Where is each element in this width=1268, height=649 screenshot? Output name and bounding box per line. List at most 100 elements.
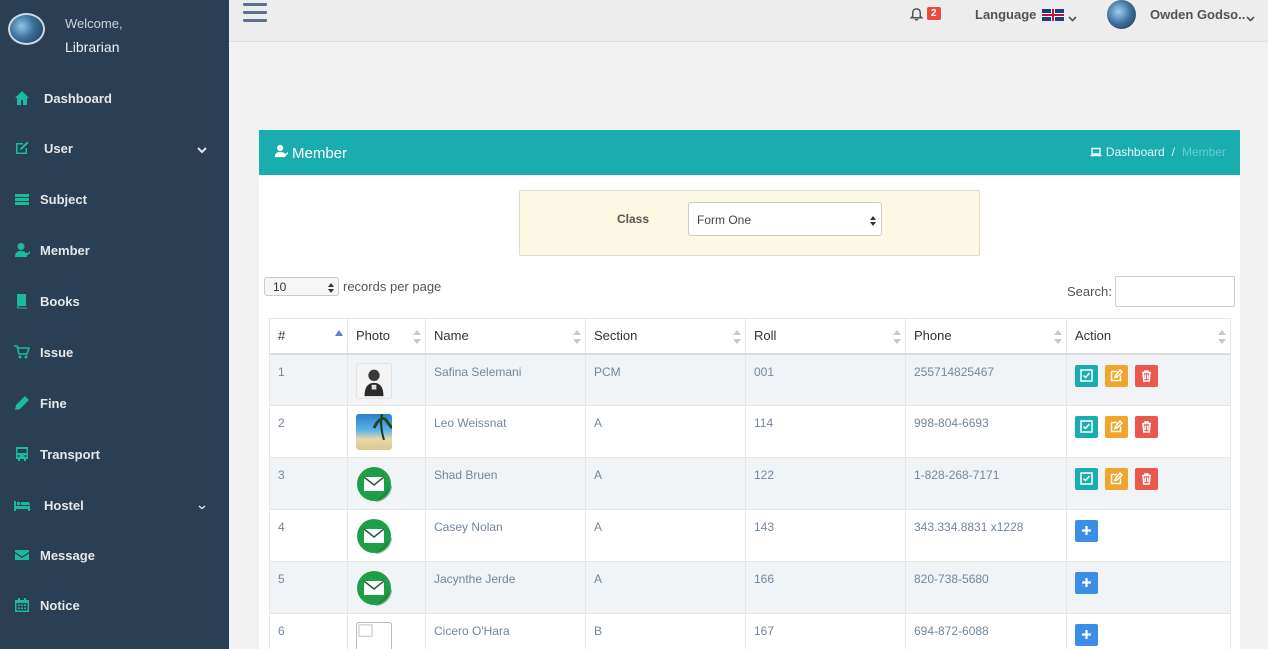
sidebar-item-label: Dashboard	[44, 90, 112, 106]
cell-actions	[1066, 405, 1231, 458]
table-row: 1 Safina Selemani PCM 001 255714825467	[269, 353, 1231, 406]
database-icon	[13, 190, 31, 208]
select-arrows-icon	[328, 282, 334, 293]
sidebar-profile: Welcome, Librarian	[0, 0, 229, 72]
add-button[interactable]	[1075, 572, 1098, 594]
edit-icon	[1110, 420, 1123, 433]
table-row: 6 Cicero O'Hara B 167 694-872-6088	[269, 613, 1231, 649]
edit-button[interactable]	[1105, 416, 1128, 438]
cell-section: PCM	[585, 353, 746, 406]
sidebar-item-message[interactable]: Message	[0, 535, 229, 575]
class-select[interactable]: Form One	[688, 202, 882, 236]
edit-button[interactable]	[1105, 364, 1128, 387]
bell-icon[interactable]	[909, 6, 925, 22]
sort-icon	[1054, 330, 1062, 344]
edit-icon	[1110, 368, 1123, 381]
delete-button[interactable]	[1135, 364, 1158, 387]
cell-phone: 820-738-5680	[905, 561, 1067, 614]
panel-header: Member Dashboard / Member	[259, 130, 1240, 175]
cell-name: Jacynthe Jerde	[425, 561, 586, 614]
column-header-name[interactable]: Name	[425, 318, 586, 355]
column-header-section[interactable]: Section	[585, 318, 746, 355]
sidebar-item-hostel[interactable]: Hostel	[0, 485, 229, 525]
check-square-icon	[1080, 472, 1093, 485]
cell-phone: 694-872-6088	[905, 613, 1067, 649]
breadcrumb: Dashboard / Member	[1090, 145, 1226, 159]
chevron-down-icon[interactable]	[1068, 10, 1077, 22]
column-header-action[interactable]: Action	[1066, 318, 1231, 355]
member-photo	[356, 570, 392, 606]
sidebar-item-notice[interactable]: Notice	[0, 585, 229, 625]
member-photo	[356, 414, 392, 450]
view-button[interactable]	[1075, 468, 1098, 490]
bed-icon	[13, 496, 31, 514]
sidebar-item-transport[interactable]: Transport	[0, 434, 229, 474]
language-menu[interactable]: Language	[975, 7, 1036, 22]
cell-number: 2	[269, 405, 348, 458]
cell-roll: 122	[745, 457, 906, 510]
cell-name: Casey Nolan	[425, 509, 586, 562]
check-square-icon	[1080, 420, 1093, 433]
cell-actions	[1066, 509, 1231, 562]
cell-phone: 255714825467	[905, 353, 1067, 406]
sidebar-item-label: Hostel	[44, 497, 84, 513]
cell-number: 6	[269, 613, 348, 649]
cart-icon	[13, 343, 31, 361]
edit-icon	[1110, 472, 1123, 485]
sidebar-item-fine[interactable]: Fine	[0, 383, 229, 423]
uk-flag-icon[interactable]	[1042, 9, 1064, 21]
cell-section: A	[585, 405, 746, 458]
user-icon	[13, 241, 31, 259]
add-button[interactable]	[1075, 520, 1098, 542]
edit-icon	[13, 139, 31, 157]
top-navbar: 2 Language Owden Godso..	[229, 0, 1268, 42]
member-photo	[356, 362, 392, 399]
page-title: Member	[292, 145, 348, 162]
sidebar-item-label: Transport	[40, 446, 100, 462]
view-button[interactable]	[1075, 416, 1098, 438]
cell-roll: 114	[745, 405, 906, 458]
chevron-down-icon	[197, 143, 207, 154]
sidebar-item-label: Message	[40, 547, 95, 563]
edit-button[interactable]	[1105, 468, 1128, 490]
delete-button[interactable]	[1135, 416, 1158, 438]
cell-actions	[1066, 561, 1231, 614]
profile-avatar[interactable]	[8, 13, 45, 45]
sidebar-item-label: User	[44, 140, 73, 156]
breadcrumb-dashboard-link[interactable]: Dashboard	[1106, 145, 1165, 159]
breadcrumb-separator: /	[1171, 145, 1175, 159]
sidebar-item-dashboard[interactable]: Dashboard	[0, 78, 229, 118]
column-header-number[interactable]: #	[269, 318, 348, 355]
user-menu[interactable]: Owden Godso..	[1150, 7, 1245, 22]
cell-roll: 166	[745, 561, 906, 614]
menu-toggle-icon[interactable]	[243, 3, 267, 23]
column-header-photo[interactable]: Photo	[347, 318, 426, 355]
class-filter-box: Class Form One	[519, 190, 980, 256]
trash-icon	[1142, 473, 1151, 485]
cell-roll: 001	[745, 353, 906, 406]
plus-icon	[1082, 526, 1091, 535]
cell-name: Leo Weissnat	[425, 405, 586, 458]
bus-icon	[13, 445, 31, 463]
sidebar-item-issue[interactable]: Issue	[0, 332, 229, 372]
chevron-down-icon[interactable]	[1246, 10, 1255, 22]
cell-actions	[1066, 613, 1231, 649]
sidebar-item-label: Books	[40, 293, 80, 309]
sort-icon	[893, 330, 901, 344]
delete-button[interactable]	[1135, 468, 1158, 490]
sidebar-item-member[interactable]: Member	[0, 230, 229, 270]
sidebar-item-books[interactable]: Books	[0, 281, 229, 321]
user-avatar[interactable]	[1107, 0, 1136, 29]
column-header-phone[interactable]: Phone	[905, 318, 1067, 355]
column-header-roll[interactable]: Roll	[745, 318, 906, 355]
sidebar-item-subject[interactable]: Subject	[0, 179, 229, 219]
add-button[interactable]	[1075, 624, 1098, 646]
cell-section: A	[585, 561, 746, 614]
cell-photo	[347, 457, 426, 510]
sidebar-item-user[interactable]: User	[0, 128, 229, 168]
records-per-page-select[interactable]: 10	[264, 277, 339, 296]
trash-icon	[1142, 369, 1151, 382]
table-row: 3 Shad Bruen A 122 1-828-268-7171	[269, 457, 1231, 510]
search-input[interactable]	[1115, 276, 1235, 307]
view-button[interactable]	[1075, 364, 1098, 387]
